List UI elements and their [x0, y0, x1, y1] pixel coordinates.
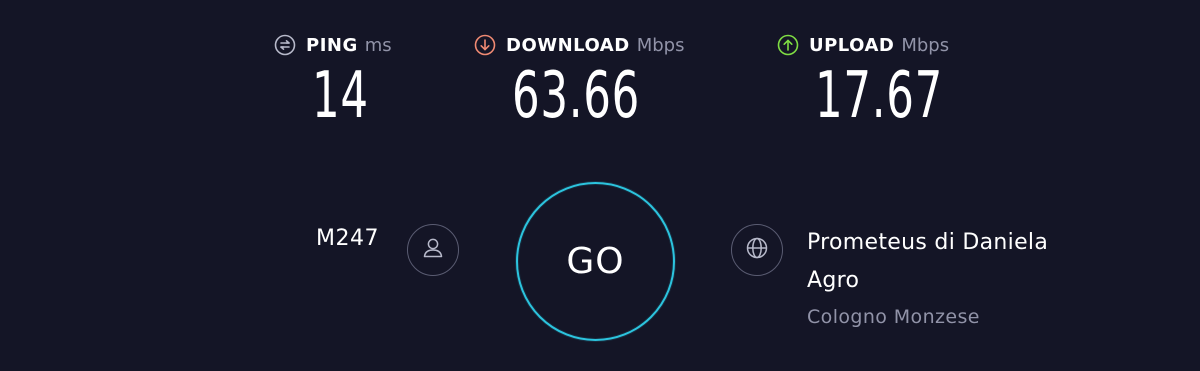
- isp-name: M247: [316, 226, 379, 251]
- download-value: 63.66: [512, 59, 640, 133]
- server-location: Cologno Monzese: [807, 306, 980, 328]
- ping-value: 14: [312, 59, 369, 133]
- ping-icon: [274, 34, 296, 56]
- upload-header: UPLOAD Mbps: [777, 34, 949, 56]
- upload-metric: UPLOAD Mbps 17.67: [777, 34, 949, 132]
- speedtest-panel: PING ms 14 DOWNLOAD Mbps 63.66 UPLOAD Mb…: [0, 0, 1200, 371]
- download-arrow-icon: [474, 34, 496, 56]
- upload-unit: Mbps: [901, 34, 950, 56]
- download-header: DOWNLOAD Mbps: [474, 34, 684, 56]
- upload-label: UPLOAD: [809, 34, 895, 56]
- server-name[interactable]: Prometeus di Daniela Agro: [807, 224, 1107, 300]
- ping-label: PING: [306, 34, 358, 56]
- download-metric: DOWNLOAD Mbps 63.66: [474, 34, 684, 132]
- ping-header: PING ms: [274, 34, 392, 56]
- download-label: DOWNLOAD: [506, 34, 630, 56]
- server-info: Prometeus di Daniela Agro Cologno Monzes…: [807, 224, 1107, 328]
- change-isp-button[interactable]: [407, 224, 459, 276]
- user-icon: [420, 235, 446, 265]
- upload-value: 17.67: [815, 59, 943, 133]
- go-label: GO: [566, 241, 625, 282]
- go-button[interactable]: GO: [516, 182, 675, 341]
- ping-unit: ms: [364, 34, 392, 56]
- upload-arrow-icon: [777, 34, 799, 56]
- globe-icon: [744, 235, 770, 265]
- ping-metric: PING ms 14: [274, 34, 392, 132]
- download-unit: Mbps: [636, 34, 685, 56]
- change-server-button[interactable]: [731, 224, 783, 276]
